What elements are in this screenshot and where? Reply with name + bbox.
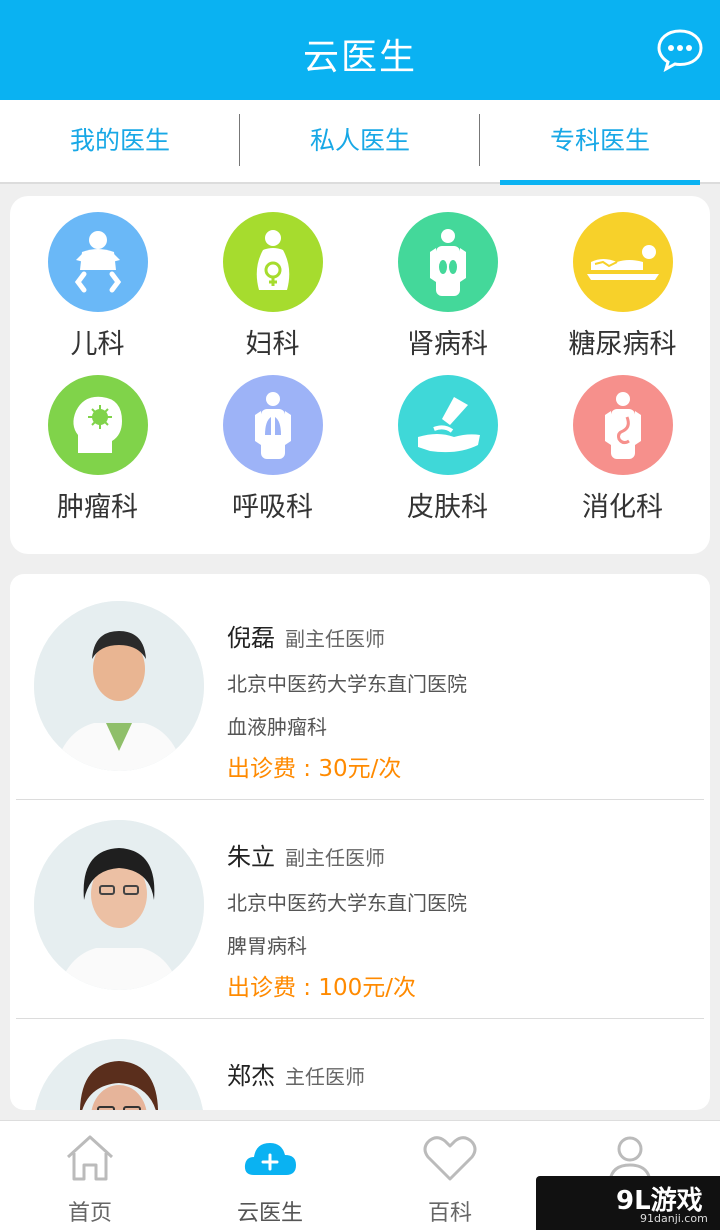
cloud-plus-icon — [244, 1143, 296, 1175]
dept-gynecology[interactable]: 妇科 — [185, 212, 360, 361]
doctor-fee: 出诊费 : 100元/次 — [227, 975, 417, 1001]
active-tab-indicator — [500, 180, 700, 185]
doctor-fee: 出诊费 : 30元/次 — [227, 756, 402, 782]
tab-specialist-doctor[interactable]: 专科医生 — [480, 100, 720, 182]
app-header: 云医生 — [0, 0, 720, 100]
nav-label: 百科 — [427, 1201, 472, 1226]
dept-dermatology[interactable]: 皮肤科 — [360, 375, 535, 524]
dept-gastroenterology[interactable]: 消化科 — [535, 375, 710, 524]
nav-encyclopedia[interactable]: 百科 — [360, 1121, 540, 1230]
kidney-icon — [397, 212, 498, 312]
doctor-list: 倪磊 副主任医师 北京中医药大学东直门医院 血液肿瘤科 出诊费 : 30元/次 朱… — [10, 574, 710, 1110]
doctor-rank: 主任医师 — [285, 1065, 365, 1089]
lungs-icon — [222, 375, 323, 475]
watermark: 9L游戏 91danji.com — [536, 1176, 720, 1230]
doctor-avatar — [34, 1039, 204, 1110]
doctor-rank: 副主任医师 — [285, 627, 385, 651]
watermark-sub: 91danji.com — [640, 1212, 708, 1225]
doctor-tabs: 我的医生 私人医生 专科医生 — [0, 100, 720, 184]
dept-label: 妇科 — [245, 329, 300, 360]
doctor-item[interactable]: 郑杰 主任医师 — [10, 1012, 710, 1110]
dept-nephrology[interactable]: 肾病科 — [360, 212, 535, 361]
dept-label: 肾病科 — [407, 329, 488, 360]
tab-my-doctor[interactable]: 我的医生 — [0, 100, 240, 182]
nav-cloud-doctor[interactable]: 云医生 — [180, 1121, 360, 1230]
doctor-item[interactable]: 倪磊 副主任医师 北京中医药大学东直门医院 血液肿瘤科 出诊费 : 30元/次 — [10, 574, 710, 792]
doctor-name: 朱立 — [227, 843, 275, 871]
pregnant-woman-icon — [222, 212, 323, 312]
doctor-department: 血液肿瘤科 — [227, 715, 327, 739]
tab-private-doctor[interactable]: 私人医生 — [240, 100, 480, 182]
doctor-hospital: 北京中医药大学东直门医院 — [227, 672, 467, 696]
doctor-department: 脾胃病科 — [227, 934, 307, 958]
tumor-head-icon — [47, 375, 148, 475]
doctor-hospital: 北京中医药大学东直门医院 — [227, 891, 467, 915]
doctor-item[interactable]: 朱立 副主任医师 北京中医药大学东直门医院 脾胃病科 出诊费 : 100元/次 — [10, 793, 710, 1011]
dept-diabetes[interactable]: 糖尿病科 — [535, 212, 710, 361]
stomach-icon — [572, 375, 673, 475]
department-grid: 儿科 妇科 肾病科 糖尿病科 肿瘤科 呼吸科 皮肤科 消化科 — [10, 196, 710, 554]
dept-label: 肿瘤科 — [57, 492, 138, 523]
dept-label: 皮肤科 — [407, 492, 488, 523]
nav-home[interactable]: 首页 — [0, 1121, 180, 1230]
doctor-name-row: 倪磊 副主任医师 — [227, 618, 385, 653]
nav-label: 云医生 — [236, 1201, 303, 1226]
dept-label: 消化科 — [582, 492, 663, 523]
doctor-avatar — [34, 601, 204, 771]
heart-icon — [423, 1136, 477, 1181]
doctor-name-row: 朱立 副主任医师 — [227, 837, 385, 872]
doctor-name: 郑杰 — [227, 1062, 275, 1090]
page-title: 云医生 — [302, 37, 417, 78]
dept-oncology[interactable]: 肿瘤科 — [10, 375, 185, 524]
doctor-rank: 副主任医师 — [285, 846, 385, 870]
dept-respiratory[interactable]: 呼吸科 — [185, 375, 360, 524]
home-icon — [66, 1135, 114, 1181]
doctor-name-row: 郑杰 主任医师 — [227, 1056, 365, 1091]
dept-label: 糖尿病科 — [568, 329, 677, 360]
doctor-avatar — [34, 820, 204, 990]
dept-label: 呼吸科 — [232, 492, 313, 523]
patient-bed-icon — [572, 212, 673, 312]
chat-bubble-icon[interactable] — [656, 28, 704, 72]
dept-pediatrics[interactable]: 儿科 — [10, 212, 185, 361]
nav-label: 首页 — [67, 1201, 112, 1226]
baby-icon — [47, 212, 148, 312]
doctor-name: 倪磊 — [227, 624, 275, 652]
skin-cream-hand-icon — [397, 375, 498, 475]
dept-label: 儿科 — [70, 329, 125, 360]
